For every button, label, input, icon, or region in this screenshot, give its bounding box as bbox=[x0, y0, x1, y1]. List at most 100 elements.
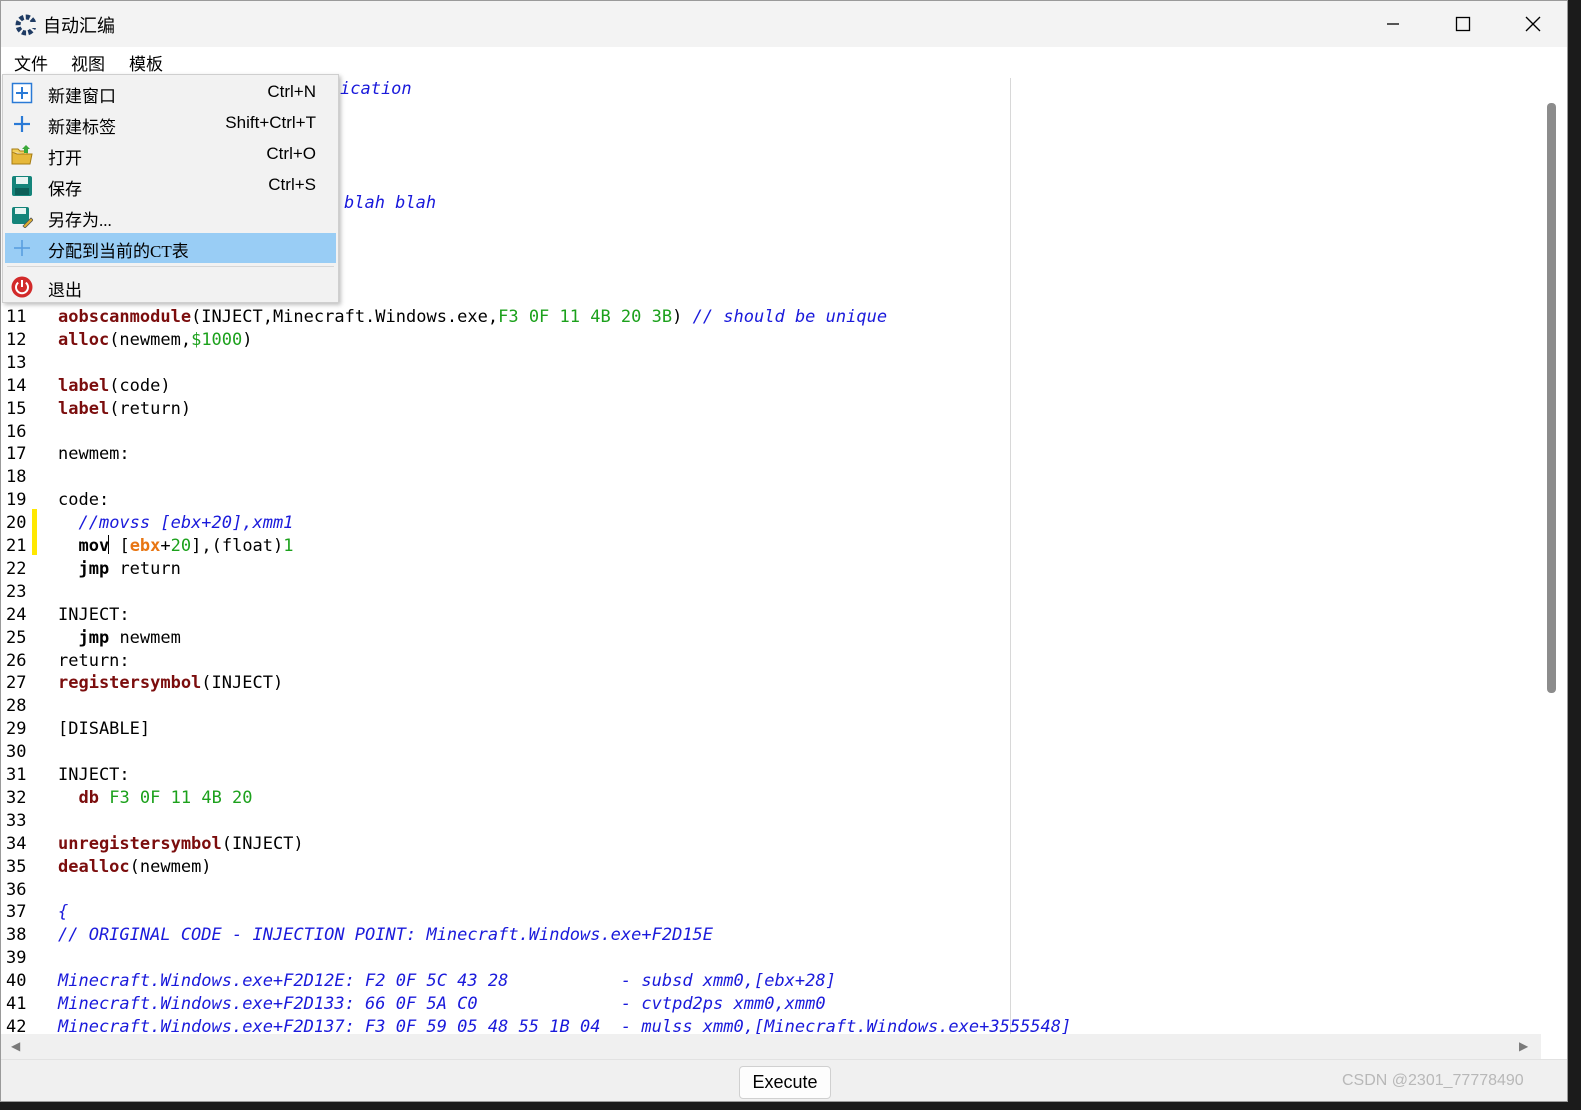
code-token: (code) bbox=[109, 376, 171, 396]
scroll-right-arrow-icon[interactable]: ▶ bbox=[1519, 1039, 1528, 1053]
number-token: 20 bbox=[170, 536, 192, 556]
horizontal-scrollbar[interactable]: ◀ ▶ bbox=[1, 1034, 1541, 1059]
menu-item-assign-to-ct-table[interactable]: 分配到当前的CT表 bbox=[5, 233, 336, 263]
comment-token: Minecraft.Windows.exe+F2D133: 66 0F 5A C… bbox=[58, 994, 826, 1014]
maximize-button[interactable] bbox=[1428, 1, 1498, 47]
code-line: db F3 0F 11 4B 20 bbox=[58, 787, 252, 809]
menu-item-open[interactable]: 打开 Ctrl+O bbox=[5, 140, 336, 170]
line-number: 36 bbox=[6, 880, 27, 900]
line-number: 38 bbox=[6, 925, 27, 945]
menu-template[interactable]: 模板 bbox=[127, 50, 165, 75]
new-tab-icon bbox=[14, 116, 30, 132]
code-token: newmem: bbox=[58, 444, 130, 464]
minimize-icon bbox=[1387, 23, 1399, 25]
code-line-partial: blah blah bbox=[344, 192, 436, 214]
code-line: //movss [ebx+20],xmm1 bbox=[58, 512, 293, 534]
menu-item-new-window[interactable]: 新建窗口 Ctrl+N bbox=[5, 78, 336, 108]
line-number: 35 bbox=[6, 857, 27, 877]
comment-token: // should be unique bbox=[692, 307, 888, 327]
line-number: 16 bbox=[6, 422, 27, 442]
comment-token: // ORIGINAL CODE - INJECTION POINT: Mine… bbox=[58, 925, 714, 945]
line-number: 20 bbox=[6, 513, 27, 533]
line-number: 19 bbox=[6, 490, 27, 510]
minimize-button[interactable] bbox=[1358, 1, 1428, 47]
menu-item-exit[interactable]: 退出 bbox=[5, 272, 336, 302]
menu-item-label: 退出 bbox=[48, 281, 82, 300]
line-number: 21 bbox=[6, 536, 27, 556]
code-line: newmem: bbox=[58, 443, 130, 465]
menu-item-new-tab[interactable]: 新建标签 Shift+Ctrl+T bbox=[5, 109, 336, 139]
execute-button[interactable]: Execute bbox=[739, 1066, 831, 1099]
code-token: (return) bbox=[109, 399, 192, 419]
close-icon bbox=[1525, 16, 1541, 32]
line-number: 15 bbox=[6, 399, 27, 419]
line-number: 39 bbox=[6, 948, 27, 968]
line-number: 14 bbox=[6, 376, 27, 396]
keyword-token: alloc bbox=[58, 330, 110, 350]
keyword-token: aobscanmodule bbox=[58, 307, 192, 327]
code-token: return bbox=[109, 559, 181, 579]
code-line: code: bbox=[58, 489, 109, 511]
code-token: (newmem) bbox=[129, 857, 212, 877]
window-title: 自动汇编 bbox=[43, 16, 115, 37]
open-folder-icon bbox=[11, 145, 33, 165]
vertical-scroll-thumb[interactable] bbox=[1547, 103, 1556, 693]
code-token: INJECT: bbox=[58, 765, 130, 785]
keyword-token: label bbox=[58, 399, 110, 419]
vertical-scrollbar[interactable] bbox=[1541, 78, 1561, 1034]
line-number: 28 bbox=[6, 696, 27, 716]
code-line: alloc(newmem,$1000) bbox=[58, 329, 253, 351]
menu-bar: 文件 视图 模板 bbox=[1, 47, 1567, 77]
code-token: (INJECT,Minecraft.Windows.exe, bbox=[191, 307, 499, 327]
csdn-watermark: CSDN @2301_77778490 bbox=[1342, 1072, 1524, 1089]
code-line: aobscanmodule(INJECT,Minecraft.Windows.e… bbox=[58, 306, 887, 328]
keyword-token: dealloc bbox=[58, 857, 130, 877]
menu-item-label: 新建标签 bbox=[48, 118, 116, 137]
menu-item-save[interactable]: 保存 Ctrl+S bbox=[5, 171, 336, 201]
menu-item-shortcut: Shift+Ctrl+T bbox=[225, 113, 316, 132]
title-bar[interactable]: 自动汇编 bbox=[1, 1, 1567, 47]
save-as-icon bbox=[12, 207, 33, 228]
comment-fragment: ication bbox=[340, 79, 412, 99]
code-token: (newmem, bbox=[109, 330, 192, 350]
line-number: 24 bbox=[6, 605, 27, 625]
code-line: Minecraft.Windows.exe+F2D12E: F2 0F 5C 4… bbox=[58, 970, 836, 992]
register-token: ebx bbox=[129, 536, 161, 556]
line-number: 22 bbox=[6, 559, 27, 579]
menu-item-label: 打开 bbox=[48, 149, 82, 168]
exit-power-icon bbox=[11, 276, 33, 298]
line-number: 18 bbox=[6, 467, 27, 487]
comment-token: Minecraft.Windows.exe+F2D12E: F2 0F 5C 4… bbox=[58, 971, 836, 991]
line-number: 27 bbox=[6, 673, 27, 693]
code-line: Minecraft.Windows.exe+F2D133: 66 0F 5A C… bbox=[58, 993, 826, 1015]
menu-item-label: 保存 bbox=[48, 180, 82, 199]
code-line: jmp newmem bbox=[58, 627, 180, 649]
menu-file[interactable]: 文件 bbox=[12, 50, 50, 75]
menu-item-save-as[interactable]: 另存为... bbox=[5, 202, 336, 232]
line-number: 25 bbox=[6, 628, 27, 648]
line-number: 31 bbox=[6, 765, 27, 785]
line-number: 17 bbox=[6, 444, 27, 464]
code-line: unregistersymbol(INJECT) bbox=[58, 833, 304, 855]
close-button[interactable] bbox=[1498, 1, 1567, 47]
code-line: jmp return bbox=[58, 558, 181, 580]
line-number: 34 bbox=[6, 834, 27, 854]
code-line: registersymbol(INJECT) bbox=[58, 672, 283, 694]
code-line: [DISABLE] bbox=[58, 718, 150, 740]
menu-item-shortcut: Ctrl+N bbox=[267, 82, 316, 101]
number-token: 1 bbox=[283, 536, 294, 556]
keyword-token: unregistersymbol bbox=[58, 834, 222, 854]
menu-view[interactable]: 视图 bbox=[69, 50, 107, 75]
code-token: (INJECT) bbox=[221, 834, 304, 854]
code-line-partial: ication bbox=[340, 78, 412, 100]
code-token: ) bbox=[672, 307, 693, 327]
line-number: 26 bbox=[6, 651, 27, 671]
menu-item-label: 分配到当前的CT表 bbox=[48, 242, 189, 261]
menu-separator bbox=[7, 266, 334, 267]
code-token: ],(float) bbox=[191, 536, 284, 556]
line-number: 12 bbox=[6, 330, 27, 350]
scroll-left-arrow-icon[interactable]: ◀ bbox=[11, 1039, 20, 1053]
